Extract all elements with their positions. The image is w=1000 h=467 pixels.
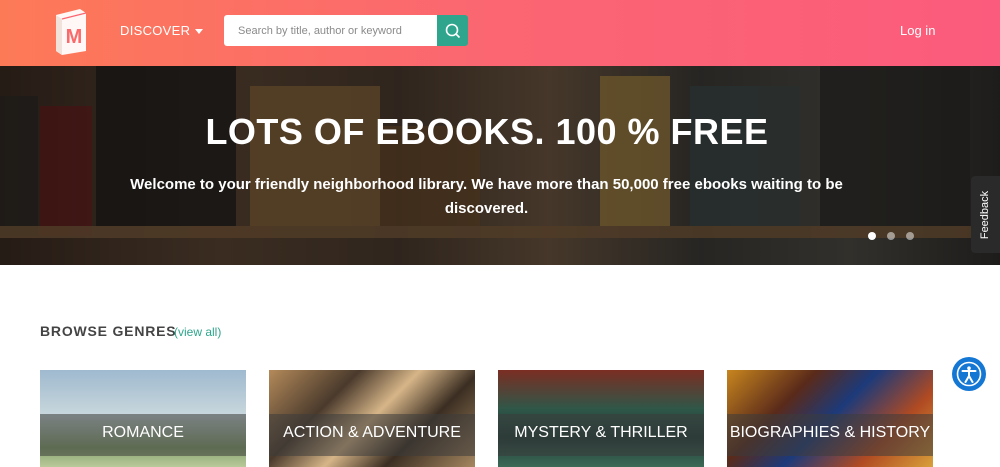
carousel-dots — [868, 232, 914, 240]
search-input[interactable] — [224, 15, 437, 46]
hero-title: LOTS OF EBOOKS. 100 % FREE — [205, 111, 769, 152]
feedback-label: Feedback — [979, 190, 992, 239]
genre-card-romance[interactable]: ROMANCE — [40, 370, 246, 467]
top-header: M DISCOVER Log in — [0, 0, 1000, 66]
search-button[interactable] — [437, 15, 468, 46]
discover-menu[interactable]: DISCOVER — [120, 23, 204, 38]
hero-subtitle: Welcome to your friendly neighborhood li… — [130, 176, 843, 217]
accessibility-button[interactable] — [952, 357, 986, 391]
genre-card-label: BIOGRAPHIES & HISTORY — [729, 424, 931, 441]
genre-card-mystery-thriller[interactable]: MYSTERY & THRILLER — [498, 370, 704, 467]
login-link[interactable]: Log in — [900, 23, 935, 38]
book-logo-icon[interactable]: M — [52, 7, 88, 55]
genre-card-biographies-history[interactable]: BIOGRAPHIES & HISTORY — [727, 370, 933, 467]
search-bar — [224, 15, 468, 46]
discover-label: DISCOVER — [120, 23, 191, 38]
carousel-dot[interactable] — [906, 232, 914, 240]
caret-down-icon — [195, 29, 204, 34]
genre-card-label: ACTION & ADVENTURE — [283, 424, 461, 441]
genre-card-action-adventure[interactable]: ACTION & ADVENTURE — [269, 370, 475, 467]
genre-card-label: ROMANCE — [102, 424, 184, 441]
genre-card-label: MYSTERY & THRILLER — [514, 424, 688, 441]
search-icon — [445, 23, 460, 38]
browse-genres-title: BROWSE GENRES — [40, 323, 177, 339]
accessibility-icon — [956, 361, 982, 387]
carousel-dot[interactable] — [887, 232, 895, 240]
feedback-tab[interactable]: Feedback — [971, 176, 1000, 253]
carousel-dot[interactable] — [868, 232, 876, 240]
hero-banner: LOTS OF EBOOKS. 100 % FREE Welcome to yo… — [0, 66, 1000, 265]
hero-overlay — [0, 66, 1000, 265]
view-all-link[interactable]: (view all) — [174, 325, 221, 339]
svg-text:M: M — [66, 26, 83, 48]
